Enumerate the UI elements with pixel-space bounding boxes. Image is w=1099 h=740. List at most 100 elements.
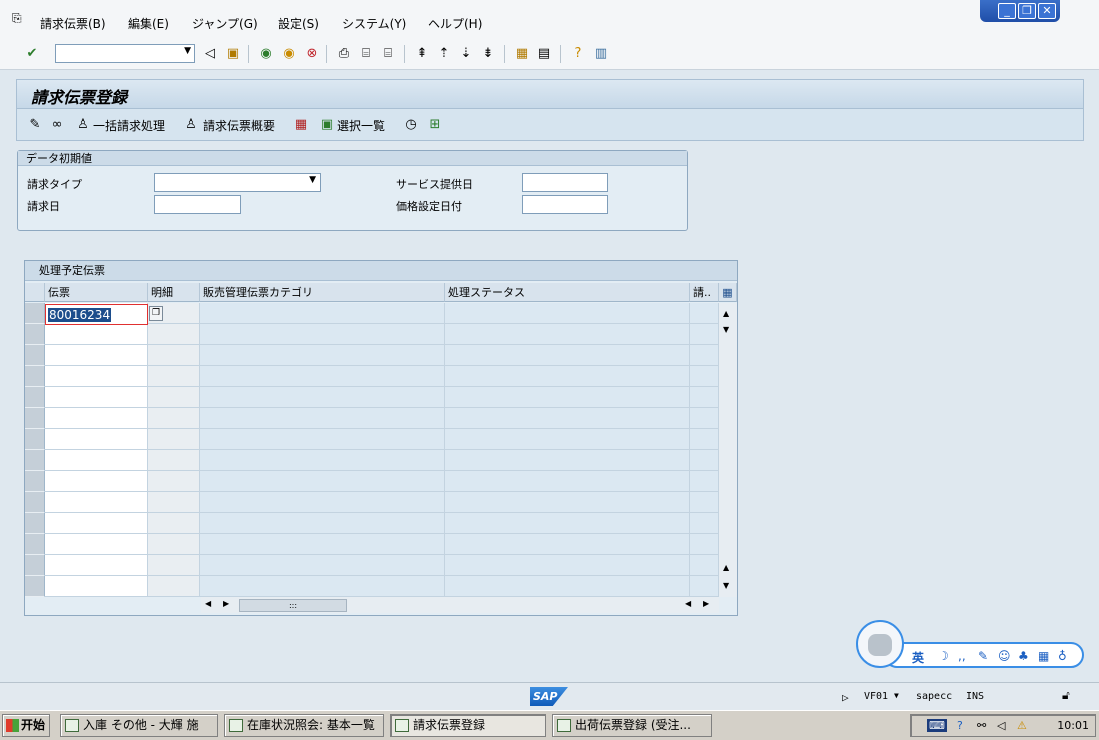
vertical-scrollbar[interactable]: ▲ ▼ ▲ ▼: [719, 303, 737, 597]
row-selector[interactable]: [25, 534, 45, 555]
document-cell[interactable]: [45, 492, 148, 513]
horizontal-scrollbar[interactable]: ◀ ▶ ::: ◀ ▶: [201, 597, 719, 613]
add-list-icon[interactable]: ⊞: [427, 117, 443, 133]
scroll-right-icon[interactable]: ▶: [703, 599, 709, 608]
row-selector[interactable]: [25, 576, 45, 597]
person-icon[interactable]: ♙: [183, 117, 199, 133]
document-cell[interactable]: [45, 366, 148, 387]
document-cell-selected[interactable]: 80016234: [45, 304, 148, 325]
layout-menu-icon[interactable]: ▥: [593, 46, 609, 62]
menu-billing[interactable]: 請求伝票(B): [40, 15, 106, 32]
status-expand-icon[interactable]: ▷: [842, 691, 849, 704]
menu-icon[interactable]: ⎘: [12, 12, 26, 24]
keyboard-icon[interactable]: ⌨: [927, 719, 947, 732]
pencil-icon[interactable]: ✎: [27, 117, 43, 133]
scroll-right-icon[interactable]: ▶: [223, 599, 229, 608]
service-date-field[interactable]: [522, 173, 608, 192]
close-button[interactable]: ✕: [1038, 3, 1056, 19]
network-icon[interactable]: ⚯: [977, 719, 986, 732]
row-selector[interactable]: [25, 429, 45, 450]
scroll-left-icon[interactable]: ◀: [685, 599, 691, 608]
last-page-icon[interactable]: ⇟: [480, 46, 496, 62]
pricing-date-field[interactable]: [522, 195, 608, 214]
ime-language-toggle[interactable]: 英: [912, 649, 924, 666]
billing-date-field[interactable]: [154, 195, 241, 214]
dropdown-arrow-icon[interactable]: ▼: [894, 691, 899, 700]
command-field[interactable]: ▼: [55, 44, 195, 63]
row-selector[interactable]: [25, 387, 45, 408]
print-icon[interactable]: ⎙: [336, 46, 352, 62]
punctuation-icon[interactable]: ,,: [958, 649, 966, 663]
exit-icon[interactable]: ◉: [281, 46, 297, 62]
smiley-icon[interactable]: ☺: [998, 649, 1011, 663]
first-page-icon[interactable]: ⇞: [414, 46, 430, 62]
column-header-item[interactable]: 明細: [148, 283, 200, 302]
document-cell[interactable]: [45, 345, 148, 366]
menu-edit[interactable]: 編集(E): [128, 15, 169, 32]
select-all-header[interactable]: [25, 283, 45, 302]
column-header-processing-status[interactable]: 処理ステータス: [445, 283, 690, 302]
mass-billing-button[interactable]: 一括請求処理: [93, 117, 165, 134]
scroll-down-icon[interactable]: ▼: [723, 325, 729, 334]
menu-system[interactable]: システム(Y): [342, 15, 406, 32]
moon-icon[interactable]: ☽: [938, 649, 949, 663]
scroll-left-icon[interactable]: ◀: [205, 599, 211, 608]
document-cell[interactable]: [45, 387, 148, 408]
alert-icon[interactable]: ⚠: [1017, 719, 1027, 732]
wrench-icon[interactable]: ✎: [978, 649, 988, 663]
column-header-billing[interactable]: 請..: [690, 283, 719, 302]
save-icon[interactable]: ▣: [225, 46, 241, 62]
document-cell[interactable]: [45, 576, 148, 597]
row-selector[interactable]: [25, 324, 45, 345]
minimize-button[interactable]: _: [998, 3, 1016, 19]
grid-icon[interactable]: ▦: [1038, 649, 1049, 663]
find-icon[interactable]: ⌸: [358, 46, 374, 62]
shirt-icon[interactable]: ♣: [1018, 649, 1029, 663]
menu-help[interactable]: ヘルプ(H): [428, 15, 482, 32]
document-cell[interactable]: [45, 513, 148, 534]
shortcut-icon[interactable]: ▤: [536, 46, 552, 62]
selection-list-button[interactable]: 選択一覧: [337, 117, 385, 134]
scroll-thumb[interactable]: :::: [239, 599, 347, 612]
row-selector[interactable]: [25, 492, 45, 513]
help-icon[interactable]: ?: [957, 719, 963, 732]
clock-icon[interactable]: ◷: [403, 117, 419, 133]
cancel-icon[interactable]: ⊗: [304, 46, 320, 62]
scroll-up-icon[interactable]: ▲: [723, 309, 729, 318]
task-item-billing-create[interactable]: 請求伝票登録: [390, 714, 546, 737]
column-header-document[interactable]: 伝票: [45, 283, 148, 302]
row-selector[interactable]: [25, 366, 45, 387]
document-cell[interactable]: [45, 534, 148, 555]
previous-page-icon[interactable]: ⇡: [436, 46, 452, 62]
document-cell[interactable]: [45, 555, 148, 576]
lock-icon[interactable]: 🔓︎: [1062, 688, 1070, 703]
calendar-icon[interactable]: ▦: [293, 117, 309, 133]
restore-button[interactable]: ❐: [1018, 3, 1036, 19]
volume-icon[interactable]: ◁: [997, 719, 1005, 732]
row-selector[interactable]: [25, 408, 45, 429]
task-item-stock-overview[interactable]: 在庫状況照会: 基本一覧: [224, 714, 384, 737]
new-session-icon[interactable]: ▦: [514, 46, 530, 62]
table-settings-icon[interactable]: ▦: [719, 283, 737, 302]
scroll-up-icon[interactable]: ▲: [723, 563, 729, 572]
row-selector[interactable]: [25, 555, 45, 576]
menu-goto[interactable]: ジャンプ(G): [192, 15, 258, 32]
row-selector[interactable]: [25, 345, 45, 366]
row-selector[interactable]: [25, 450, 45, 471]
document-cell[interactable]: [45, 429, 148, 450]
menu-settings[interactable]: 設定(S): [278, 15, 319, 32]
scroll-down-icon[interactable]: ▼: [723, 581, 729, 590]
dropdown-arrow-icon[interactable]: ▼: [184, 46, 191, 56]
help-icon[interactable]: ?: [570, 46, 586, 62]
task-item-delivery-create[interactable]: 出荷伝票登録 (受注...: [552, 714, 712, 737]
start-button[interactable]: 开始: [2, 714, 50, 737]
person-icon[interactable]: ♙: [75, 117, 91, 133]
enter-check-icon[interactable]: ✔: [24, 46, 40, 62]
billing-overview-button[interactable]: 請求伝票概要: [203, 117, 275, 134]
billing-type-select[interactable]: ▼: [154, 173, 321, 192]
ime-mascot-icon[interactable]: [856, 620, 904, 668]
column-header-doc-category[interactable]: 販売管理伝票カテゴリ: [200, 283, 445, 302]
find-next-icon[interactable]: ⌸: [380, 46, 396, 62]
next-page-icon[interactable]: ⇣: [458, 46, 474, 62]
document-cell[interactable]: [45, 408, 148, 429]
